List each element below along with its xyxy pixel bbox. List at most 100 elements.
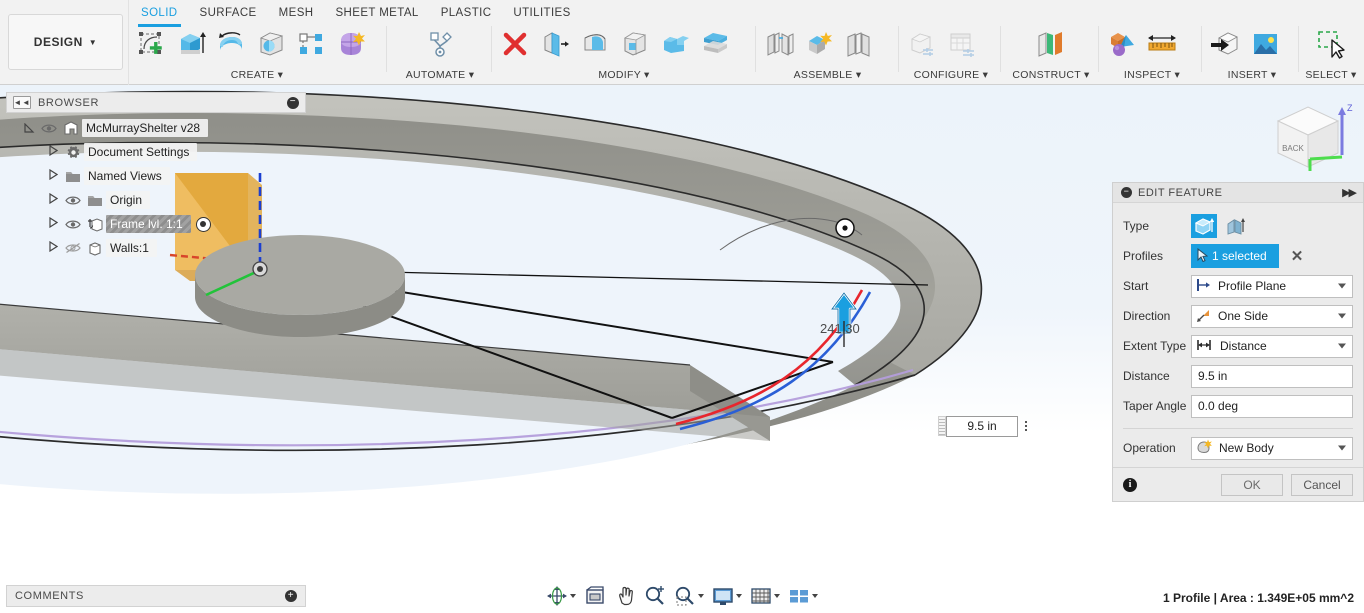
tree-item-mcmurrayshelter[interactable]: McMurrayShelter v28	[6, 116, 306, 140]
tab-surface[interactable]: SURFACE	[189, 4, 268, 24]
fillet-icon[interactable]	[576, 24, 614, 64]
revolve-icon[interactable]	[212, 24, 250, 64]
chevron-down-icon[interactable]	[1338, 313, 1346, 319]
distance-input[interactable]: 9.5 in	[1191, 364, 1353, 388]
press-pull-icon[interactable]	[536, 24, 574, 64]
canvas-distance-input-group[interactable]: 9.5 in	[938, 415, 1034, 437]
tab-sheet-metal[interactable]: SHEET METAL	[324, 4, 429, 24]
insert-derive-icon[interactable]	[1206, 24, 1244, 64]
tab-solid[interactable]: SOLID	[130, 4, 189, 27]
chevron-down-icon[interactable]	[698, 594, 704, 598]
group-label-configure[interactable]: CONFIGURE ▾	[903, 69, 999, 81]
group-label-inspect[interactable]: INSPECT ▾	[1103, 69, 1201, 81]
start-dropdown[interactable]: Profile Plane	[1191, 274, 1353, 298]
expand-arrow-expanded-icon[interactable]	[20, 122, 38, 134]
x-icon[interactable]: ✕	[1291, 247, 1304, 265]
minus-icon[interactable]: −	[287, 96, 299, 109]
extent-type-dropdown[interactable]: Distance	[1191, 334, 1353, 358]
gear-icon	[62, 145, 84, 160]
automate-icon[interactable]	[421, 24, 459, 64]
group-label-construct[interactable]: CONSTRUCT ▾	[1005, 69, 1097, 81]
display-settings-button[interactable]	[709, 584, 745, 608]
group-label-create[interactable]: CREATE ▾	[132, 69, 382, 81]
grid-snap-button[interactable]	[747, 584, 783, 608]
cancel-button[interactable]: Cancel	[1291, 473, 1353, 496]
as-built-joint-icon[interactable]	[840, 24, 878, 64]
tree-item-label: Frame lvl. 1:1	[106, 215, 191, 233]
construct-plane-icon[interactable]	[1032, 24, 1070, 64]
distance-icon	[1196, 338, 1214, 355]
drag-grip[interactable]	[938, 416, 946, 436]
tree-item-document-settings[interactable]: Document Settings	[6, 140, 306, 164]
chevron-down-icon[interactable]	[736, 594, 742, 598]
direction-dropdown[interactable]: One Side	[1191, 304, 1353, 328]
extrude-thin-icon[interactable]	[1223, 214, 1249, 238]
group-label-automate[interactable]: AUTOMATE ▾	[392, 69, 488, 81]
joint-icon[interactable]	[760, 24, 798, 64]
group-label-select[interactable]: SELECT ▾	[1300, 69, 1362, 81]
chevron-down-icon[interactable]	[774, 594, 780, 598]
taper-angle-input[interactable]: 0.0 deg	[1191, 394, 1353, 418]
ok-button[interactable]: OK	[1221, 473, 1283, 496]
combine-icon[interactable]	[656, 24, 694, 64]
activate-component-radio[interactable]	[195, 216, 211, 232]
workspace-switcher[interactable]: DESIGN ▼	[8, 14, 123, 70]
visibility-eye-icon[interactable]	[38, 123, 60, 134]
canvas-distance-input[interactable]: 9.5 in	[946, 415, 1018, 437]
shell-icon[interactable]	[616, 24, 654, 64]
orbit-button[interactable]	[543, 584, 579, 608]
chevron-down-icon[interactable]	[812, 594, 818, 598]
chevron-down-icon[interactable]	[1338, 283, 1346, 289]
group-label-modify[interactable]: MODIFY ▾	[496, 69, 752, 81]
measure-icon[interactable]	[1143, 24, 1181, 64]
visibility-eye-icon[interactable]	[62, 195, 84, 206]
chevron-down-icon[interactable]	[570, 594, 576, 598]
offset-face-icon[interactable]	[696, 24, 734, 64]
visibility-hidden-icon[interactable]	[62, 242, 84, 254]
group-label-insert[interactable]: INSERT ▾	[1206, 69, 1298, 81]
look-at-button[interactable]	[581, 584, 609, 608]
chevron-right-icon[interactable]	[44, 240, 62, 255]
tree-item-frame-lvl-1[interactable]: Frame lvl. 1:1	[6, 212, 306, 236]
chevron-down-icon[interactable]	[1338, 445, 1346, 451]
comments-panel[interactable]: COMMENTS +	[6, 585, 306, 607]
new-sketch-icon[interactable]	[132, 24, 170, 64]
sweep-icon[interactable]	[252, 24, 290, 64]
tab-mesh[interactable]: MESH	[268, 4, 325, 24]
chevron-right-icon[interactable]	[44, 144, 62, 159]
insert-image-icon[interactable]	[1246, 24, 1284, 64]
pattern-icon[interactable]	[292, 24, 330, 64]
zoom-window-button[interactable]	[671, 584, 707, 608]
tab-utilities[interactable]: UTILITIES	[502, 4, 581, 24]
tree-item-named-views[interactable]: Named Views	[6, 164, 306, 188]
chevron-right-icon[interactable]	[44, 192, 62, 207]
ribbon-sep-1	[386, 26, 387, 72]
operation-dropdown[interactable]: New Body	[1191, 436, 1353, 460]
chevron-right-icon[interactable]	[44, 216, 62, 231]
select-window-icon[interactable]	[1312, 24, 1350, 64]
viewports-button[interactable]	[785, 584, 821, 608]
view-cube[interactable]: BACK Z	[1264, 93, 1356, 175]
profiles-selection-button[interactable]: 1 selected	[1191, 244, 1279, 268]
plus-icon[interactable]: +	[285, 590, 297, 602]
info-icon[interactable]: i	[1123, 477, 1137, 492]
tree-item-walls[interactable]: Walls:1	[6, 236, 306, 260]
minus-circle-icon[interactable]: −	[1121, 187, 1132, 198]
canvas-input-options-icon[interactable]	[1018, 416, 1034, 437]
visibility-eye-icon[interactable]	[62, 219, 84, 230]
extrude-icon[interactable]	[172, 24, 210, 64]
pan-button[interactable]	[611, 584, 639, 608]
collapse-left-icon[interactable]: ◄◄	[13, 96, 31, 109]
extrude-solid-icon[interactable]	[1191, 214, 1217, 238]
delete-icon[interactable]	[496, 24, 534, 64]
inspect-interference-icon[interactable]	[1103, 24, 1141, 64]
tree-item-origin[interactable]: Origin	[6, 188, 306, 212]
chevron-right-icon[interactable]	[44, 168, 62, 183]
new-component-icon[interactable]	[800, 24, 838, 64]
chevron-down-icon[interactable]	[1338, 343, 1346, 349]
zoom-button[interactable]	[641, 584, 669, 608]
tab-plastic[interactable]: PLASTIC	[430, 4, 503, 24]
expand-right-icon[interactable]: ▶▶	[1342, 186, 1357, 199]
group-label-assemble[interactable]: ASSEMBLE ▾	[760, 69, 895, 81]
form-icon[interactable]	[332, 24, 370, 64]
